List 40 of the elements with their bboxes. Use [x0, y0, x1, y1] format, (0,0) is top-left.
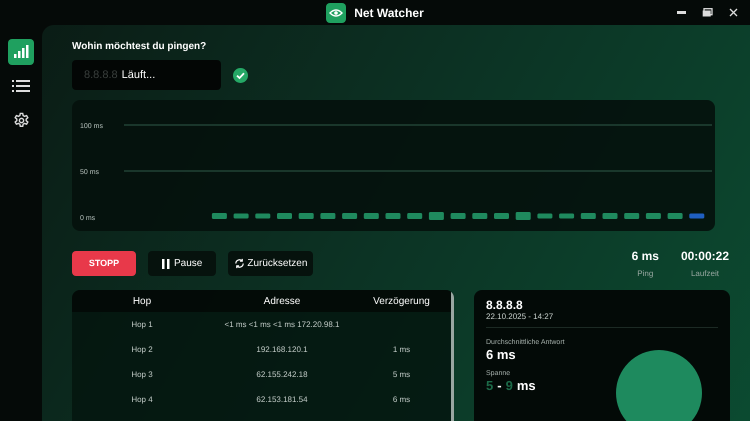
chart-nav-button[interactable] — [8, 39, 34, 65]
window-title: Net Watcher — [354, 4, 424, 22]
table-cell: Hop 1 — [131, 320, 153, 328]
table-cell: 192.168.120.1 — [256, 344, 308, 354]
stat-label: Laufzeit — [690, 268, 719, 280]
table-cell: <1 ms <1 ms <1 ms 172.20.98.1 — [224, 320, 340, 328]
table-cell: Hop 2 — [131, 344, 153, 354]
close-icon[interactable] — [729, 8, 738, 17]
stop-button[interactable]: STOPP — [72, 251, 136, 276]
average-value: 6 ms — [486, 347, 517, 363]
pause-button[interactable]: Pause — [148, 251, 216, 276]
range-unit: ms — [516, 378, 536, 394]
stat-label: Ping — [637, 268, 654, 280]
table-cell: Hop 4 — [131, 394, 153, 404]
column-header[interactable]: Adresse — [212, 294, 352, 308]
settings-icon — [12, 112, 30, 128]
table-cell: 62.153.181.54 — [256, 394, 308, 404]
table-cell: 62.155.242.18 — [256, 370, 308, 378]
reset-button[interactable]: Zurücksetzen — [228, 251, 314, 276]
refresh-icon — [234, 258, 246, 269]
stat-value: 00:00:22 — [680, 248, 729, 265]
column-header[interactable]: Verzögerung — [352, 294, 451, 308]
restore-icon[interactable] — [702, 8, 713, 17]
range-max: 9 — [506, 378, 513, 394]
list-icon — [12, 80, 30, 92]
column-header[interactable]: Hop — [72, 294, 212, 308]
scrollbar[interactable] — [451, 290, 454, 421]
timestamp: 22.10.2025 - 14:27 — [486, 312, 718, 328]
table-cell: 5 ms — [392, 370, 410, 378]
table-cell: 1 ms — [392, 344, 410, 354]
field-label: Wohin möchtest du pingen? — [72, 40, 208, 54]
host-title: 8.8.8.8 — [486, 298, 524, 312]
table-cell: Hop 3 — [131, 370, 153, 378]
app-logo-icon — [326, 2, 346, 22]
table-cell: 6 ms — [392, 394, 410, 404]
range-min: 5 — [486, 378, 494, 394]
range-separator: - — [497, 378, 502, 394]
bar-chart-icon — [13, 45, 29, 59]
pause-icon — [162, 258, 170, 268]
stat-value: 6 ms — [632, 248, 659, 265]
